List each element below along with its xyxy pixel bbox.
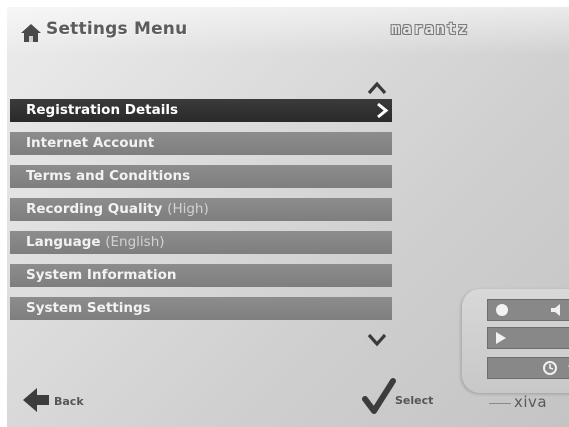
menu-item-label: Registration Details bbox=[26, 102, 178, 118]
menu-item[interactable]: Recording Quality (High) bbox=[10, 198, 392, 221]
menu-item[interactable]: Internet Account bbox=[10, 132, 392, 155]
menu-item[interactable]: System Settings bbox=[10, 297, 392, 320]
menu-item[interactable]: System Information bbox=[10, 264, 392, 287]
play-icon bbox=[496, 332, 506, 344]
select-label: Select bbox=[395, 394, 434, 407]
menu-item[interactable]: Language (English) bbox=[10, 231, 392, 254]
record-icon bbox=[496, 304, 508, 316]
settings-screen: Settings Menu marantz Registration Detai… bbox=[7, 7, 569, 427]
back-label: Back bbox=[54, 395, 84, 408]
alarm-icon bbox=[543, 361, 557, 375]
checkmark-icon bbox=[362, 378, 396, 414]
home-icon bbox=[21, 24, 41, 42]
menu-item-label: Internet Account bbox=[26, 135, 155, 151]
menu-item[interactable]: Registration Details bbox=[10, 99, 392, 122]
chevron-right-icon bbox=[377, 102, 389, 119]
menu-item-label: Terms and Conditions bbox=[26, 168, 191, 184]
chevron-down-icon[interactable] bbox=[365, 332, 389, 348]
playback-status bbox=[487, 327, 569, 349]
status-panel: 2 bbox=[462, 289, 569, 393]
menu-item-detail: (High) bbox=[167, 201, 209, 217]
back-arrow-icon bbox=[23, 388, 49, 412]
recording-status: 2 bbox=[487, 299, 569, 321]
menu-item-label: Language bbox=[26, 234, 101, 250]
chevron-up-icon[interactable] bbox=[365, 80, 389, 96]
settings-menu: Registration Details Internet Account Term… bbox=[10, 99, 392, 330]
alerts-status bbox=[487, 357, 569, 379]
menu-item-label: Recording Quality bbox=[26, 201, 163, 217]
logo-dash bbox=[489, 403, 511, 404]
menu-item-label: System Information bbox=[26, 267, 177, 283]
menu-item-label: System Settings bbox=[26, 300, 151, 316]
menu-item-detail: (English) bbox=[105, 234, 165, 250]
volume-icon bbox=[551, 304, 560, 316]
xiva-logo-text: xiva bbox=[514, 393, 548, 411]
menu-item[interactable]: Terms and Conditions bbox=[10, 165, 392, 188]
page-title: Settings Menu bbox=[46, 19, 188, 39]
brand-logo: marantz bbox=[391, 19, 469, 38]
